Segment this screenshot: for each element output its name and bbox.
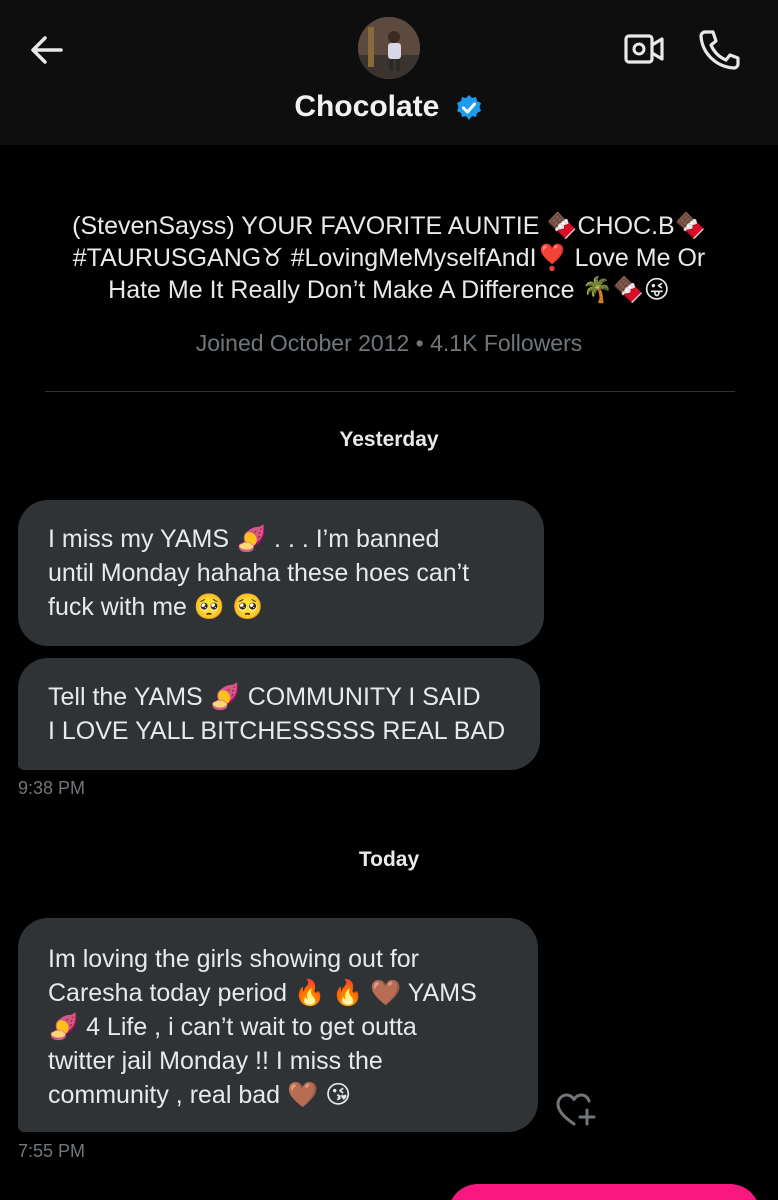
back-button[interactable] bbox=[25, 28, 69, 72]
dm-conversation-screen: Chocolate (StevenSayss) YOUR FAVORITE AU… bbox=[0, 0, 778, 1200]
message-line: 🍠 4 Life , i can’t wait to get outta bbox=[48, 1013, 417, 1041]
verified-badge-icon bbox=[456, 95, 481, 121]
contact-name-row[interactable]: Chocolate bbox=[0, 90, 778, 124]
contact-avatar[interactable] bbox=[358, 17, 420, 79]
conversation-header: Chocolate bbox=[0, 0, 778, 145]
arrow-left-icon bbox=[31, 36, 63, 64]
video-call-icon bbox=[624, 34, 664, 64]
message-bubble[interactable]: Tell the YAMS 🍠 COMMUNITY I SAID I LOVE … bbox=[18, 658, 540, 770]
profile-meta: Joined October 2012 • 4.1K Followers bbox=[195, 330, 583, 356]
message-line: twitter jail Monday !! I miss the bbox=[48, 1047, 383, 1075]
date-separator-today: Today bbox=[358, 848, 420, 871]
avatar-image bbox=[358, 17, 420, 79]
phone-call-button[interactable] bbox=[694, 26, 742, 72]
message-line: fuck with me 🥺 🥺 bbox=[48, 593, 264, 621]
floating-action-button[interactable] bbox=[448, 1184, 760, 1200]
message-line: Im loving the girls showing out for bbox=[48, 945, 420, 973]
bio-line: #TAURUSGANG♉ #LovingMeMyselfAndI❣️ Love … bbox=[72, 244, 706, 272]
message-line: until Monday hahaha these hoes can’t bbox=[48, 559, 470, 587]
message-timestamp: 7:55 PM bbox=[18, 1141, 86, 1161]
message-line: Caresha today period 🔥 🔥 🤎 YAMS bbox=[48, 979, 477, 1007]
message-timestamp: 9:38 PM bbox=[18, 778, 86, 798]
divider bbox=[45, 391, 735, 392]
video-call-button[interactable] bbox=[620, 30, 668, 70]
add-reaction-button[interactable] bbox=[554, 1090, 598, 1130]
phone-call-icon bbox=[699, 30, 740, 70]
heart-plus-icon bbox=[556, 1093, 596, 1126]
bio-line: (StevenSayss) YOUR FAVORITE AUNTIE 🍫CHOC… bbox=[72, 212, 706, 240]
message-line: Tell the YAMS 🍠 COMMUNITY I SAID bbox=[48, 683, 481, 711]
message-line: community , real bad 🤎 😘 bbox=[48, 1081, 352, 1109]
profile-bio: (StevenSayss) YOUR FAVORITE AUNTIE 🍫CHOC… bbox=[30, 210, 748, 306]
date-separator-yesterday: Yesterday bbox=[339, 428, 439, 451]
message-bubble[interactable]: I miss my YAMS 🍠 . . . I’m banned until … bbox=[18, 500, 544, 646]
contact-name: Chocolate bbox=[294, 90, 440, 123]
bio-line: Hate Me It Really Don’t Make A Differenc… bbox=[108, 276, 670, 304]
message-line: I LOVE YALL BITCHESSSSS REAL BAD bbox=[48, 717, 506, 745]
message-line: I miss my YAMS 🍠 . . . I’m banned bbox=[48, 525, 440, 553]
message-bubble[interactable]: Im loving the girls showing out for Care… bbox=[18, 918, 538, 1132]
